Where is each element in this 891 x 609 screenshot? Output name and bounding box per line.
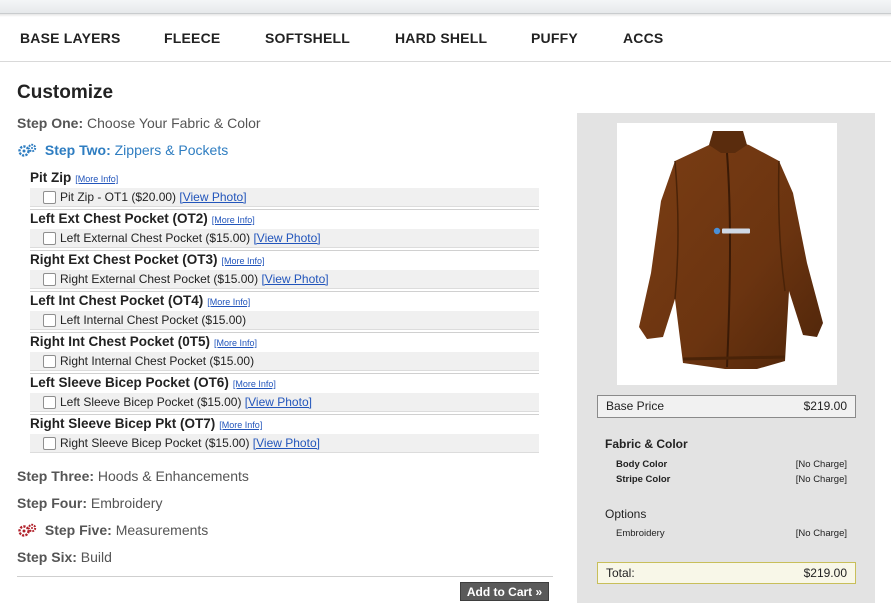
- category-nav: BASE LAYERS FLEECE SOFTSHELL HARD SHELL …: [0, 22, 891, 62]
- option-group-right-ext-chest: Right Ext Chest Pocket (OT3) [More Info] …: [30, 250, 539, 289]
- blue-gear-icon: [17, 143, 37, 157]
- option-title: Left Int Chest Pocket (OT4) [More Info]: [30, 293, 251, 308]
- option-title: Right Sleeve Bicep Pkt (OT7) [More Info]: [30, 416, 263, 431]
- option-group-left-sleeve: Left Sleeve Bicep Pocket (OT6) [More Info…: [30, 373, 539, 412]
- option-group-right-sleeve: Right Sleeve Bicep Pkt (OT7) [More Info] …: [30, 414, 539, 453]
- left-sleeve-checkbox[interactable]: [43, 395, 56, 409]
- step-six-text: Build: [80, 549, 112, 565]
- right-ext-chest-checkbox[interactable]: [43, 272, 56, 286]
- left-ext-chest-checkbox[interactable]: [43, 231, 56, 245]
- jacket-photo: [617, 123, 837, 385]
- nav-puffy[interactable]: PUFFY: [531, 30, 578, 46]
- total-row: Total: $219.00: [597, 562, 856, 584]
- divider: [17, 576, 553, 577]
- total-value: $219.00: [803, 566, 847, 580]
- step-four-label: Step Four:: [17, 495, 87, 511]
- view-photo-link[interactable]: [View Photo]: [253, 229, 320, 248]
- embroidery-line: Embroidery [No Charge]: [616, 528, 847, 539]
- option-title: Right Int Chest Pocket (0T5) [More Info]: [30, 334, 258, 349]
- step-two-text: Zippers & Pockets: [114, 142, 229, 158]
- nav-fleece[interactable]: FLEECE: [164, 30, 220, 46]
- red-gear-icon: [17, 523, 37, 537]
- option-row: Left Sleeve Bicep Pocket ($15.00) [View …: [30, 393, 539, 412]
- more-info-link[interactable]: [More Info]: [233, 379, 276, 389]
- step-five-text: Measurements: [115, 522, 209, 538]
- summary-panel: Base Price $219.00 Fabric & Color Body C…: [577, 113, 875, 603]
- option-row: Right External Chest Pocket ($15.00) [Vi…: [30, 270, 539, 289]
- right-int-chest-checkbox[interactable]: [43, 354, 56, 368]
- step-five[interactable]: Step Five: Measurements: [17, 522, 208, 538]
- step-two-label: Step Two:: [44, 142, 111, 158]
- pit-zip-checkbox[interactable]: [43, 190, 56, 204]
- option-group-left-ext-chest: Left Ext Chest Pocket (OT2) [More Info] L…: [30, 209, 539, 248]
- step-five-label: Step Five:: [44, 522, 112, 538]
- add-to-cart-button[interactable]: Add to Cart »: [460, 582, 549, 601]
- step-one[interactable]: Step One: Choose Your Fabric & Color: [17, 115, 261, 131]
- option-title: Pit Zip [More Info]: [30, 170, 119, 185]
- stripe-color-line: Stripe Color [No Charge]: [616, 474, 847, 485]
- option-group-right-int-chest: Right Int Chest Pocket (0T5) [More Info] …: [30, 332, 539, 371]
- more-info-link[interactable]: [More Info]: [212, 215, 255, 225]
- nav-base-layers[interactable]: BASE LAYERS: [20, 30, 121, 46]
- more-info-link[interactable]: [More Info]: [214, 338, 257, 348]
- step-three[interactable]: Step Three: Hoods & Enhancements: [17, 468, 249, 484]
- option-row: Left Internal Chest Pocket ($15.00): [30, 311, 539, 330]
- view-photo-link[interactable]: [View Photo]: [253, 434, 320, 453]
- step-six-label: Step Six:: [17, 549, 77, 565]
- page-title: Customize: [17, 82, 114, 103]
- step-three-label: Step Three:: [17, 468, 95, 484]
- step-three-text: Hoods & Enhancements: [97, 468, 249, 484]
- step-one-text: Choose Your Fabric & Color: [87, 115, 261, 131]
- option-title: Left Ext Chest Pocket (OT2) [More Info]: [30, 211, 255, 226]
- view-photo-link[interactable]: [View Photo]: [245, 393, 312, 412]
- nav-softshell[interactable]: SOFTSHELL: [265, 30, 350, 46]
- nav-accs[interactable]: ACCS: [623, 30, 663, 46]
- fabric-color-title: Fabric & Color: [605, 437, 688, 451]
- beyond-logo: [713, 227, 750, 235]
- body-color-line: Body Color [No Charge]: [616, 459, 847, 470]
- top-banner-strip: [0, 0, 891, 17]
- jacket-image: [639, 131, 823, 369]
- options-title: Options: [605, 507, 647, 521]
- more-info-link[interactable]: [More Info]: [219, 420, 262, 430]
- right-sleeve-checkbox[interactable]: [43, 436, 56, 450]
- option-title: Right Ext Chest Pocket (OT3) [More Info]: [30, 252, 265, 267]
- step-one-label: Step One:: [17, 115, 84, 131]
- base-price-row: Base Price $219.00: [597, 395, 856, 418]
- option-row: Pit Zip - OT1 ($20.00) [View Photo]: [30, 188, 539, 207]
- view-photo-link[interactable]: [View Photo]: [261, 270, 328, 289]
- more-info-link[interactable]: [More Info]: [207, 297, 250, 307]
- base-price-value: $219.00: [803, 399, 847, 413]
- option-row: Left External Chest Pocket ($15.00) [Vie…: [30, 229, 539, 248]
- step-two[interactable]: Step Two: Zippers & Pockets: [17, 142, 228, 158]
- left-int-chest-checkbox[interactable]: [43, 313, 56, 327]
- nav-hard-shell[interactable]: HARD SHELL: [395, 30, 487, 46]
- total-label: Total:: [606, 566, 635, 580]
- base-price-label: Base Price: [606, 399, 665, 413]
- more-info-link[interactable]: [More Info]: [222, 256, 265, 266]
- more-info-link[interactable]: [More Info]: [75, 174, 118, 184]
- option-group-pit-zip: Pit Zip [More Info] Pit Zip - OT1 ($20.00…: [30, 168, 539, 207]
- step-four-text: Embroidery: [90, 495, 163, 511]
- step-four[interactable]: Step Four: Embroidery: [17, 495, 162, 511]
- option-group-left-int-chest: Left Int Chest Pocket (OT4) [More Info] L…: [30, 291, 539, 330]
- option-row: Right Sleeve Bicep Pocket ($15.00) [View…: [30, 434, 539, 453]
- view-photo-link[interactable]: [View Photo]: [179, 188, 246, 207]
- option-row: Right Internal Chest Pocket ($15.00): [30, 352, 539, 371]
- step-six[interactable]: Step Six: Build: [17, 549, 112, 565]
- option-title: Left Sleeve Bicep Pocket (OT6) [More Info…: [30, 375, 276, 390]
